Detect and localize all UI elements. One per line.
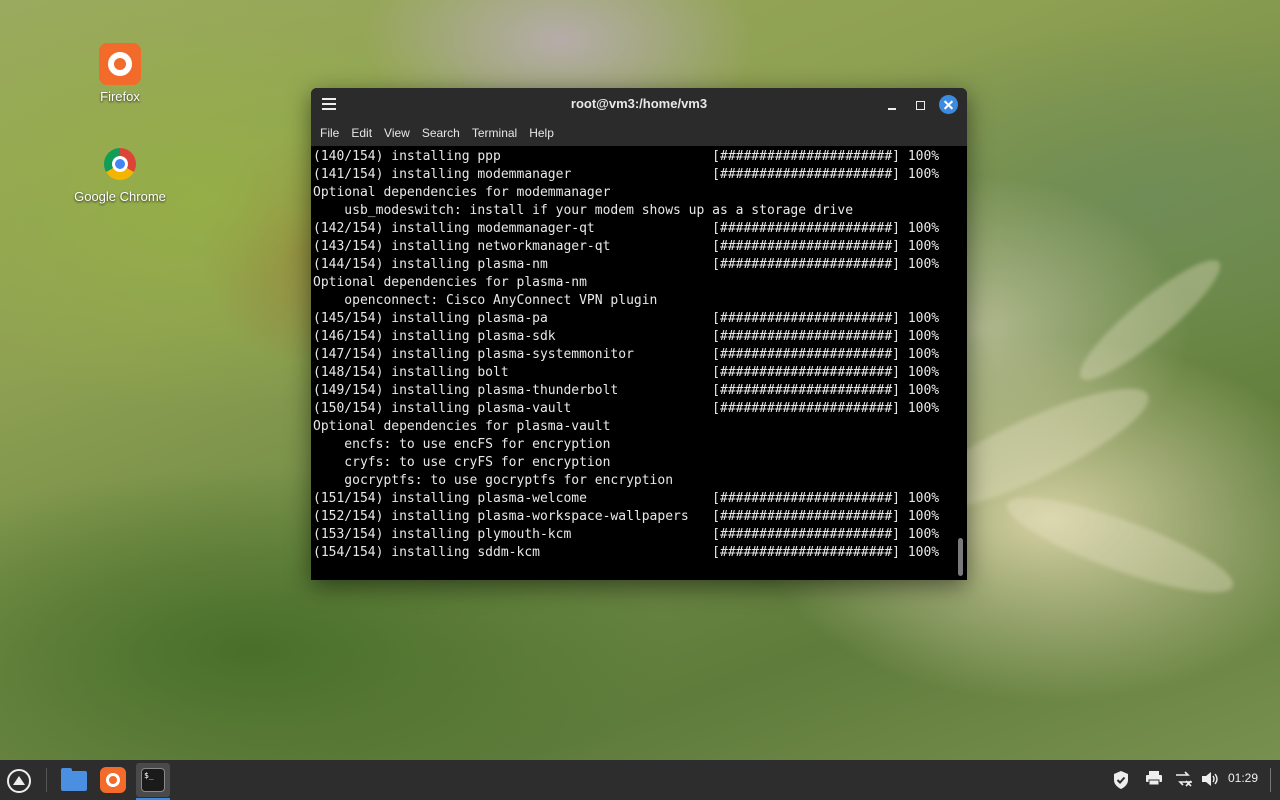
- terminal-line: (141/154) installing modemmanager [#####…: [313, 167, 940, 182]
- terminal-icon: $_: [141, 768, 165, 792]
- show-desktop-button[interactable]: [1270, 768, 1271, 792]
- menu-file[interactable]: File: [315, 126, 344, 140]
- desktop-icon-label: Firefox: [100, 89, 140, 104]
- terminal-output[interactable]: (140/154) installing ppp [##############…: [311, 146, 953, 580]
- firefox-icon: [99, 43, 141, 85]
- terminal-line: (140/154) installing ppp [##############…: [313, 149, 940, 164]
- taskbar-file-manager[interactable]: [56, 763, 90, 797]
- terminal-window: root@vm3:/home/vm3 File Edit View Search…: [311, 88, 967, 580]
- taskbar-firefox[interactable]: [96, 763, 130, 797]
- menu-terminal[interactable]: Terminal: [467, 126, 522, 140]
- minimize-button[interactable]: [883, 96, 901, 114]
- menu-bar: File Edit View Search Terminal Help: [311, 120, 967, 146]
- terminal-line: (150/154) installing plasma-vault [#####…: [313, 401, 940, 416]
- network-disconnected-icon[interactable]: [1174, 770, 1194, 790]
- terminal-scrollbar[interactable]: [953, 146, 967, 580]
- terminal-line: (143/154) installing networkmanager-qt […: [313, 239, 940, 254]
- taskbar-clock[interactable]: 01:29: [1228, 771, 1258, 785]
- desktop-icon-firefox[interactable]: Firefox: [65, 43, 175, 104]
- printer-icon[interactable]: [1144, 770, 1164, 790]
- terminal-line: (147/154) installing plasma-systemmonito…: [313, 347, 940, 362]
- menu-help[interactable]: Help: [524, 126, 559, 140]
- terminal-line: (144/154) installing plasma-nm [########…: [313, 257, 940, 272]
- menu-edit[interactable]: Edit: [346, 126, 377, 140]
- maximize-button[interactable]: [911, 96, 929, 114]
- terminal-line: Optional dependencies for modemmanager: [313, 185, 611, 200]
- menu-search[interactable]: Search: [417, 126, 465, 140]
- window-titlebar[interactable]: root@vm3:/home/vm3: [311, 88, 967, 120]
- desktop-icon-label: Google Chrome: [74, 189, 166, 204]
- launcher-icon: [7, 769, 31, 793]
- wallpaper-detail: [1068, 246, 1232, 394]
- menu-view[interactable]: View: [379, 126, 415, 140]
- taskbar-separator: [46, 768, 47, 792]
- terminal-line: (149/154) installing plasma-thunderbolt …: [313, 383, 940, 398]
- terminal-line: usb_modeswitch: install if your modem sh…: [313, 203, 854, 218]
- application-launcher-button[interactable]: [2, 763, 36, 797]
- folder-icon: [61, 768, 87, 791]
- terminal-line: (142/154) installing modemmanager-qt [##…: [313, 221, 940, 236]
- terminal-line: openconnect: Cisco AnyConnect VPN plugin: [313, 293, 658, 308]
- terminal-line: Optional dependencies for plasma-vault: [313, 419, 611, 434]
- window-title: root@vm3:/home/vm3: [570, 96, 708, 111]
- terminal-line: (148/154) installing bolt [#############…: [313, 365, 940, 380]
- scrollbar-thumb[interactable]: [958, 538, 963, 576]
- desktop-icon-chrome[interactable]: Google Chrome: [65, 143, 175, 204]
- taskbar-terminal[interactable]: $_: [136, 763, 170, 800]
- terminal-line: (153/154) installing plymouth-kcm [#####…: [313, 527, 940, 542]
- terminal-line: (154/154) installing sddm-kcm [#########…: [313, 545, 940, 560]
- terminal-line: Optional dependencies for plasma-nm: [313, 275, 587, 290]
- terminal-line: (151/154) installing plasma-welcome [###…: [313, 491, 940, 506]
- volume-icon[interactable]: [1200, 770, 1220, 790]
- wallpaper-detail: [998, 480, 1242, 610]
- chrome-icon: [99, 143, 141, 185]
- terminal-line: (146/154) installing plasma-sdk [#######…: [313, 329, 940, 344]
- terminal-line: (152/154) installing plasma-workspace-wa…: [313, 509, 940, 524]
- taskbar: $_ 01:29: [0, 760, 1280, 800]
- terminal-line: cryfs: to use cryFS for encryption: [313, 455, 611, 470]
- shield-icon[interactable]: [1111, 770, 1131, 790]
- terminal-line: encfs: to use encFS for encryption: [313, 437, 611, 452]
- close-button[interactable]: [939, 95, 958, 114]
- terminal-line: (145/154) installing plasma-pa [########…: [313, 311, 940, 326]
- firefox-icon: [100, 767, 126, 793]
- terminal-line: gocryptfs: to use gocryptfs for encrypti…: [313, 473, 674, 488]
